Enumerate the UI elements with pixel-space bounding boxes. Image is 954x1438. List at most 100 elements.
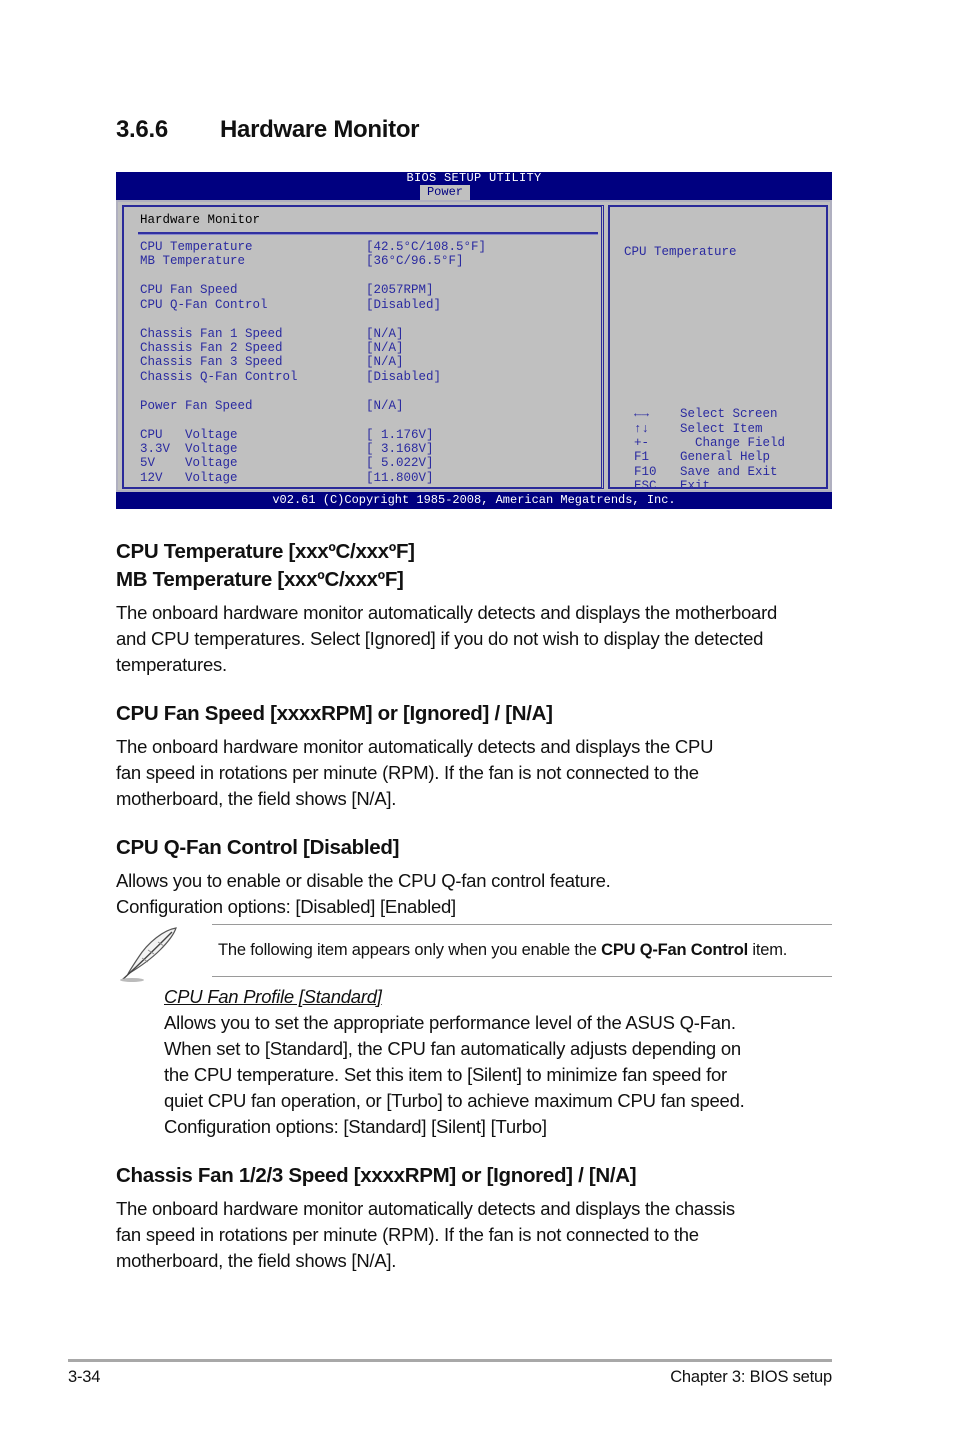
paragraph-line: and CPU temperatures. Select [Ignored] i… (116, 628, 764, 649)
item-label: Chassis Q-Fan Control (140, 370, 298, 384)
left-right-arrow-icon: ←→ (634, 407, 650, 421)
item-label: Power Fan Speed (140, 399, 253, 413)
key-hint-save-exit: F10 Save and Exit (634, 465, 778, 479)
bios-item-chassis-fan-3[interactable]: Chassis Fan 3 Speed [N/A] (140, 355, 404, 369)
paragraph-line: temperatures. (116, 654, 227, 675)
key-action: Save and Exit (680, 465, 778, 479)
item-label: CPU Temperature (140, 240, 253, 254)
paragraph-line: The onboard hardware monitor automatical… (116, 1198, 735, 1219)
cpu-fan-heading: CPU Fan Speed [xxxxRPM] or [Ignored] / [… (116, 702, 553, 725)
bios-item-3v3-voltage[interactable]: 3.3V Voltage [ 3.168V] (140, 442, 434, 456)
item-value: [ 5.022V] (366, 456, 434, 470)
paragraph-line: Allows you to set the appropriate perfor… (164, 1012, 736, 1033)
bios-tab-power[interactable]: Power (420, 185, 470, 200)
note-rule-bottom (212, 976, 832, 977)
note-text: The following item appears only when you… (218, 941, 787, 960)
section-number: 3.6.6 (116, 116, 168, 143)
bios-panel-heading: Hardware Monitor (140, 213, 261, 227)
bios-separator (138, 232, 598, 235)
bios-item-power-fan-speed[interactable]: Power Fan Speed [N/A] (140, 399, 404, 413)
bios-item-cpu-temperature[interactable]: CPU Temperature [42.5°C/108.5°F] (140, 240, 486, 254)
cpu-fan-profile-heading: CPU Fan Profile [Standard] (164, 986, 382, 1007)
bios-title: BIOS SETUP UTILITY (406, 171, 542, 185)
key-label: ESC (634, 479, 657, 493)
item-label: 5V Voltage (140, 456, 238, 470)
paragraph-line: The onboard hardware monitor automatical… (116, 736, 714, 757)
key-hint-change-field: +- Change Field (634, 436, 785, 450)
chapter-label: Chapter 3: BIOS setup (670, 1368, 832, 1386)
item-label: 3.3V Voltage (140, 442, 238, 456)
bios-item-cpu-qfan-control[interactable]: CPU Q-Fan Control [Disabled] (140, 298, 441, 312)
temp-heading-mb: MB Temperature [xxxºC/xxxºF] (116, 568, 404, 591)
key-action: Select Screen (680, 407, 778, 421)
bios-item-chassis-qfan-control[interactable]: Chassis Q-Fan Control [Disabled] (140, 370, 441, 384)
key-hint-select-item: ↑↓ Select Item (634, 422, 763, 436)
paragraph-line: The onboard hardware monitor automatical… (116, 602, 778, 623)
cpu-fan-profile-body: Allows you to set the appropriate perfor… (164, 1010, 745, 1140)
item-value: [ 1.176V] (366, 428, 434, 442)
item-label: CPU Q-Fan Control (140, 298, 268, 312)
key-action: General Help (680, 450, 771, 464)
note-text-post: item. (748, 941, 788, 959)
paragraph-line: the CPU temperature. Set this item to [S… (164, 1064, 727, 1085)
item-value: [ 3.168V] (366, 442, 434, 456)
item-value: [11.800V] (366, 471, 434, 485)
key-action: Select Item (680, 422, 763, 436)
bios-item-12v-voltage[interactable]: 12V Voltage [11.800V] (140, 471, 434, 485)
bios-item-chassis-fan-1[interactable]: Chassis Fan 1 Speed [N/A] (140, 327, 404, 341)
page-number: 3-34 (68, 1368, 101, 1386)
paragraph-line: Allows you to enable or disable the CPU … (116, 870, 611, 891)
section-title: 3.6.6 Hardware Monitor (116, 116, 420, 144)
item-label: CPU Fan Speed (140, 283, 238, 297)
up-down-arrow-icon: ↑↓ (634, 422, 650, 436)
temp-body: The onboard hardware monitor automatical… (116, 600, 777, 678)
item-label: CPU Voltage (140, 428, 238, 442)
key-hint-select-screen: ←→ Select Screen (634, 407, 778, 421)
bios-item-mb-temperature[interactable]: MB Temperature [36°C/96.5°F] (140, 254, 464, 268)
chassis-fan-body: The onboard hardware monitor automatical… (116, 1196, 735, 1274)
item-label: Chassis Fan 1 Speed (140, 327, 283, 341)
paragraph-line: quiet CPU fan operation, or [Turbo] to a… (164, 1090, 745, 1111)
section-name: Hardware Monitor (220, 116, 420, 143)
qfan-body: Allows you to enable or disable the CPU … (116, 868, 611, 920)
paragraph-line: Configuration options: [Disabled] [Enabl… (116, 896, 456, 917)
bios-item-chassis-fan-2[interactable]: Chassis Fan 2 Speed [N/A] (140, 341, 404, 355)
item-label: MB Temperature (140, 254, 246, 268)
qfan-heading: CPU Q-Fan Control [Disabled] (116, 836, 400, 859)
paragraph-line: When set to [Standard], the CPU fan auto… (164, 1038, 741, 1059)
bios-item-5v-voltage[interactable]: 5V Voltage [ 5.022V] (140, 456, 434, 470)
key-hint-general-help: F1 General Help (634, 450, 770, 464)
item-value: [36°C/96.5°F] (366, 254, 464, 268)
note-rule-top (212, 924, 832, 925)
key-label: F1 (634, 450, 650, 464)
item-value: [N/A] (366, 341, 404, 355)
paragraph-line: fan speed in rotations per minute (RPM).… (116, 1224, 699, 1245)
item-label: Chassis Fan 2 Speed (140, 341, 283, 355)
bios-settings-panel: Hardware Monitor CPU Temperature [42.5°C/… (122, 205, 604, 489)
footer-rule (68, 1359, 832, 1362)
key-action: Exit (680, 479, 711, 493)
bios-item-cpu-fan-speed[interactable]: CPU Fan Speed [2057RPM] (140, 283, 434, 297)
feather-note-icon (114, 924, 184, 984)
paragraph-line: motherboard, the field shows [N/A]. (116, 788, 397, 809)
paragraph-line: fan speed in rotations per minute (RPM).… (116, 762, 699, 783)
item-value: [N/A] (366, 327, 404, 341)
plus-minus-icon: +- (634, 436, 650, 450)
item-value: [42.5°C/108.5°F] (366, 240, 487, 254)
paragraph-line: motherboard, the field shows [N/A]. (116, 1250, 397, 1271)
temp-heading-cpu: CPU Temperature [xxxºC/xxxºF] (116, 540, 415, 563)
chassis-fan-heading: Chassis Fan 1/2/3 Speed [xxxxRPM] or [Ig… (116, 1164, 637, 1187)
key-hint-exit: ESC Exit (634, 479, 710, 493)
key-label: F10 (634, 465, 657, 479)
bios-copyright: v02.61 (C)Copyright 1985-2008, American … (272, 493, 676, 507)
bios-help-panel: CPU Temperature ←→ Select Screen ↑↓ Select… (608, 205, 828, 493)
bios-body: Hardware Monitor CPU Temperature [42.5°C/… (116, 200, 832, 493)
bios-item-cpu-voltage[interactable]: CPU Voltage [ 1.176V] (140, 428, 434, 442)
item-value: [N/A] (366, 355, 404, 369)
cpu-fan-body: The onboard hardware monitor automatical… (116, 734, 713, 812)
item-value: [N/A] (366, 399, 404, 413)
bios-help-text: CPU Temperature (624, 245, 737, 259)
key-action: Change Field (680, 436, 786, 450)
bios-screenshot: BIOS SETUP UTILITY Power Hardware Monito… (116, 172, 832, 509)
item-label: 12V Voltage (140, 471, 238, 485)
